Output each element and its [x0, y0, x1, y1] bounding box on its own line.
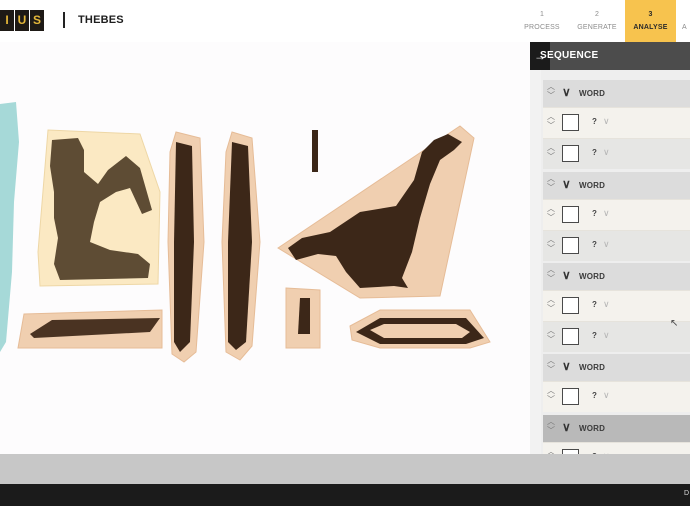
reorder-arrows-icon[interactable]: ︿﹀	[546, 417, 556, 439]
glyph-value: ?	[592, 391, 597, 400]
glyph-thumbnail[interactable]	[562, 145, 579, 162]
step-number: 1	[539, 11, 545, 18]
step-number: 3	[648, 11, 653, 18]
chevron-down-icon[interactable]: ∨	[603, 330, 610, 341]
glyph-small	[298, 298, 310, 334]
bottom-toolbar	[0, 454, 690, 484]
app-logo[interactable]: I U S	[0, 10, 45, 31]
chevron-down-icon[interactable]: ∨	[603, 299, 610, 310]
glyph-value: ?	[592, 240, 597, 249]
glyph-row[interactable]: ︿﹀ ? ∨	[543, 107, 690, 138]
site-name: THEBES	[78, 14, 124, 26]
footer: D	[0, 484, 690, 506]
logo-letter: U	[15, 10, 29, 31]
reorder-arrows-icon[interactable]: ︿﹀	[546, 235, 556, 257]
step-next[interactable]: A	[682, 0, 690, 42]
word-label: WORD	[579, 181, 606, 190]
word-header[interactable]: ︿ ﹀ ∨ WORD	[543, 80, 690, 107]
header-divider	[63, 12, 65, 28]
word-group: ︿ ﹀ ∨ WORD ︿ ﹀ ? ∨ ︿ ﹀ ? ∨	[543, 263, 690, 352]
footer-text: D	[684, 490, 690, 497]
glyph-value: ?	[592, 209, 597, 218]
word-header[interactable]: ︿ ﹀ ∨ WORD	[543, 263, 690, 290]
step-label: ANALYSE	[633, 24, 668, 31]
reorder-arrows-icon[interactable]: ︿﹀	[546, 447, 556, 454]
logo-letter: I	[0, 10, 14, 31]
chevron-down-icon[interactable]: ∨	[562, 420, 571, 434]
scrollbar-track[interactable]	[530, 70, 541, 454]
word-header[interactable]: ︿ ﹀ ∨ WORD	[543, 354, 690, 381]
chevron-down-icon[interactable]: ∨	[562, 359, 571, 373]
word-group: ︿﹀ ∨ WORD ︿﹀ ? ∨	[543, 415, 690, 454]
glyph-thumbnail[interactable]	[562, 388, 579, 405]
glyph-thumbnail[interactable]	[562, 237, 579, 254]
step-analyse[interactable]: 3 ANALYSE	[625, 0, 676, 42]
glyph-row[interactable]: ︿﹀ ? ∨	[543, 230, 690, 261]
step-process[interactable]: 1 PROCESS	[516, 0, 568, 42]
step-label: A	[682, 24, 687, 31]
glyph-thumbnail[interactable]	[562, 114, 579, 131]
glyph-value: ?	[592, 148, 597, 157]
word-group: ︿ ﹀ ∨ WORD ︿ ﹀ ? ∨ ︿ ﹀ ? ∨	[543, 80, 690, 169]
glyph-value: ?	[592, 117, 597, 126]
word-header[interactable]: ︿ ﹀ ∨ WORD	[543, 172, 690, 199]
glyph-canvas[interactable]	[0, 42, 530, 454]
glyph-row[interactable]: ︿﹀ ? ∨	[543, 442, 690, 454]
reorder-arrows-icon[interactable]: ︿﹀	[546, 82, 556, 104]
reorder-arrows-icon[interactable]: ︿﹀	[546, 112, 556, 134]
glyph-row[interactable]: ︿﹀ ? ∨	[543, 290, 690, 321]
reorder-arrows-icon[interactable]: ︿﹀	[546, 326, 556, 348]
reorder-arrows-icon[interactable]: ︿﹀	[546, 265, 556, 287]
glyph-value: ?	[592, 300, 597, 309]
chevron-down-icon[interactable]: ∨	[562, 268, 571, 282]
sequence-header: → SEQUENCE	[530, 42, 690, 70]
chevron-down-icon[interactable]: ∨	[603, 390, 610, 401]
reorder-arrows-icon[interactable]: ︿﹀	[546, 174, 556, 196]
chevron-down-icon[interactable]: ∨	[603, 208, 610, 219]
word-label: WORD	[579, 363, 606, 372]
step-generate[interactable]: 2 GENERATE	[570, 0, 624, 42]
glyph-region-teal	[0, 102, 19, 352]
word-group: ︿﹀ ∨ WORD ︿﹀ ? ∨	[543, 354, 690, 412]
mouse-cursor-icon: ↖	[670, 318, 679, 329]
glyph-canvas-drawing	[0, 102, 491, 363]
reorder-arrows-icon[interactable]: ︿﹀	[546, 295, 556, 317]
glyph-row[interactable]: ︿﹀ ? ∨	[543, 381, 690, 412]
glyph-thumbnail[interactable]	[562, 206, 579, 223]
word-label: WORD	[579, 89, 606, 98]
reorder-arrows-icon[interactable]: ︿﹀	[546, 386, 556, 408]
word-label: WORD	[579, 424, 606, 433]
chevron-down-icon[interactable]: ∨	[562, 177, 571, 191]
step-number: 2	[594, 11, 600, 18]
word-header[interactable]: ︿ ﹀ ∨ WORD	[543, 415, 690, 442]
glyph-row[interactable]: ︿﹀ ? ∨	[543, 321, 690, 352]
glyph-value: ?	[592, 331, 597, 340]
logo-letter: S	[30, 10, 44, 31]
sequence-panel: → SEQUENCE ︿ ﹀ ∨ WORD ︿ ﹀ ? ∨ ︿ ﹀ ? ∨ ︿ ﹀ ∨ …	[530, 42, 690, 454]
chevron-down-icon[interactable]: ∨	[603, 147, 610, 158]
chevron-down-icon[interactable]: ∨	[562, 85, 571, 99]
glyph-small-stick	[312, 130, 318, 172]
glyph-row[interactable]: ︿﹀ ? ∨	[543, 138, 690, 169]
glyph-thumbnail[interactable]	[562, 328, 579, 345]
glyph-thumbnail[interactable]	[562, 297, 579, 314]
word-group: ︿ ﹀ ∨ WORD ︿ ﹀ ? ∨ ︿ ﹀ ? ∨	[543, 172, 690, 261]
reorder-arrows-icon[interactable]: ︿﹀	[546, 143, 556, 165]
chevron-down-icon[interactable]: ∨	[603, 116, 610, 127]
word-label: WORD	[579, 272, 606, 281]
step-label: PROCESS	[524, 24, 560, 31]
reorder-arrows-icon[interactable]: ︿﹀	[546, 204, 556, 226]
reorder-arrows-icon[interactable]: ︿﹀	[546, 356, 556, 378]
step-label: GENERATE	[577, 24, 617, 31]
glyph-row[interactable]: ︿﹀ ? ∨	[543, 199, 690, 230]
top-bar: I U S THEBES 1 PROCESS 2 GENERATE 3 ANAL…	[0, 0, 690, 42]
chevron-down-icon[interactable]: ∨	[603, 239, 610, 250]
sequence-title: SEQUENCE	[540, 50, 599, 61]
